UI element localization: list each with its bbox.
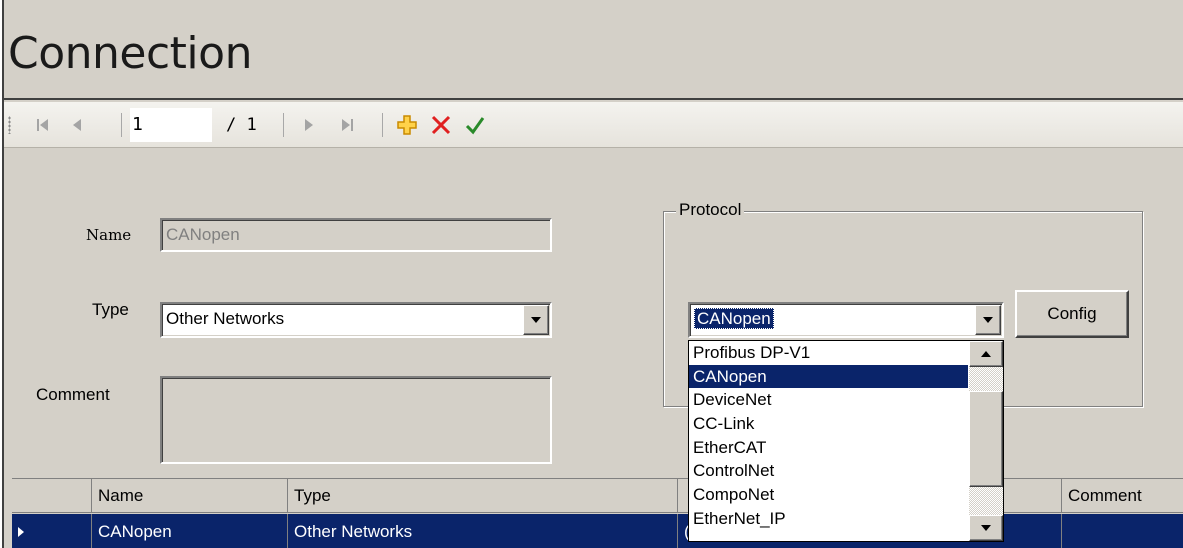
row-pointer-icon <box>18 527 24 537</box>
move-next-icon[interactable] <box>296 111 322 139</box>
scrollbar-thumb[interactable] <box>969 391 1003 487</box>
type-combobox[interactable]: Other Networks <box>160 302 552 338</box>
record-navigator-toolbar: 1 / 1 <box>4 102 1183 148</box>
grid-header: Name Type Comment <box>12 479 1183 513</box>
type-value: Other Networks <box>166 309 285 328</box>
cell-type[interactable]: Other Networks <box>288 514 678 548</box>
config-button[interactable]: Config <box>1015 290 1129 338</box>
list-item[interactable]: EtherNet_IP <box>689 507 968 531</box>
type-label: Type <box>92 300 129 319</box>
scroll-up-icon[interactable] <box>969 341 1003 367</box>
name-label: Name <box>86 226 132 244</box>
chevron-down-icon[interactable] <box>523 305 549 335</box>
column-header-comment[interactable]: Comment <box>1062 479 1183 513</box>
dropdown-scrollbar[interactable] <box>969 341 1003 541</box>
toolbar-grip[interactable] <box>8 116 11 134</box>
cell-name[interactable]: CANopen <box>92 514 288 548</box>
comment-label: Comment <box>36 385 110 404</box>
list-item[interactable]: DeviceNet <box>689 388 968 412</box>
list-item[interactable]: ControlNet <box>689 459 968 483</box>
column-header-name[interactable]: Name <box>92 479 288 513</box>
comment-field[interactable] <box>160 376 552 464</box>
list-item[interactable]: Profibus DP-V1 <box>689 341 968 365</box>
table-row[interactable]: CANopen Other Networks ( <box>12 514 1183 548</box>
move-previous-icon[interactable] <box>64 111 90 139</box>
add-new-icon[interactable] <box>394 111 420 139</box>
list-item[interactable]: EtherCAT <box>689 436 968 460</box>
move-first-icon[interactable] <box>30 111 56 139</box>
position-input[interactable]: 1 <box>130 108 212 142</box>
list-item[interactable]: CANopen <box>689 364 968 389</box>
name-field[interactable]: CANopen <box>160 218 552 252</box>
delete-icon[interactable] <box>428 111 454 139</box>
window-title: Connection <box>8 28 252 79</box>
save-icon[interactable] <box>462 111 488 139</box>
cell-comment[interactable] <box>1062 514 1183 548</box>
protocol-dropdown-list[interactable]: Profibus DP-V1 CANopen DeviceNet CC-Link… <box>688 340 1004 542</box>
column-header-indicator <box>12 479 92 513</box>
protocol-legend: Protocol <box>676 200 745 220</box>
protocol-combobox[interactable]: CANopen <box>688 302 1004 338</box>
chevron-down-icon[interactable] <box>975 305 1001 335</box>
total-count: / 1 <box>226 115 257 135</box>
title-bar: Connection <box>4 0 1183 100</box>
list-item[interactable]: CompoNet <box>689 483 968 507</box>
connection-window: Connection 1 / 1 Name CANopen Type Other… <box>2 0 1183 548</box>
column-header-type[interactable]: Type <box>288 479 678 513</box>
move-last-icon[interactable] <box>334 111 360 139</box>
protocol-selected-value: CANopen <box>694 308 774 329</box>
list-item[interactable]: CC-Link <box>689 412 968 436</box>
connections-grid: Name Type Comment CANopen Other Networks… <box>12 478 1183 548</box>
scroll-down-icon[interactable] <box>969 515 1003 541</box>
row-indicator <box>12 514 92 548</box>
